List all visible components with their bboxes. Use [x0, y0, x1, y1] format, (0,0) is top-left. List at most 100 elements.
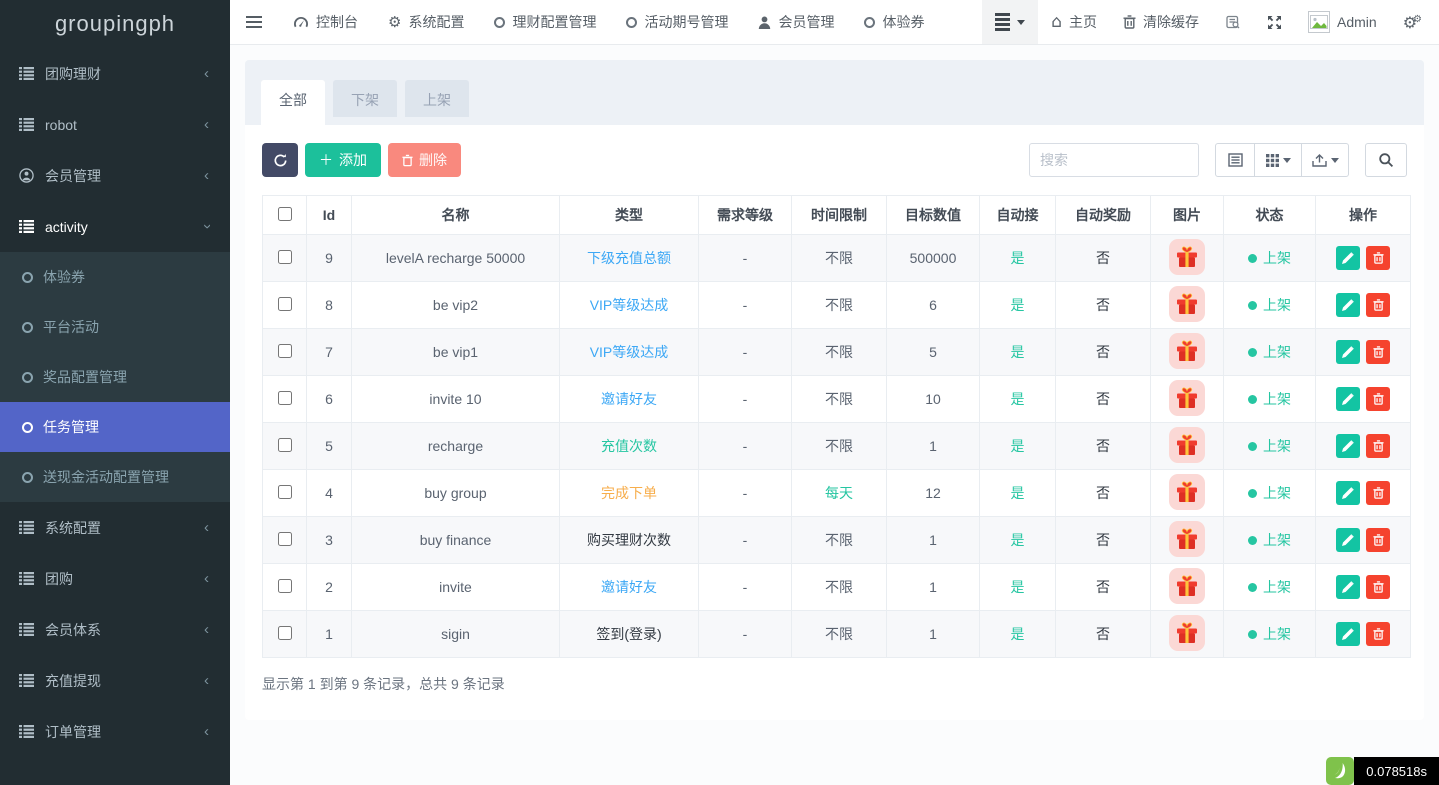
- cell-status: 上架: [1224, 517, 1316, 564]
- fullscreen-button[interactable]: [1254, 0, 1295, 44]
- user-menu[interactable]: Admin: [1295, 0, 1390, 44]
- table-menu-dropdown[interactable]: [982, 0, 1038, 44]
- cell-status: 上架: [1224, 235, 1316, 282]
- bars-icon: [995, 13, 1010, 31]
- cell-actions: [1316, 517, 1411, 564]
- delete-row-button[interactable]: [1366, 387, 1390, 411]
- edit-button[interactable]: [1336, 434, 1360, 458]
- edit-button[interactable]: [1336, 481, 1360, 505]
- cell-target: 1: [887, 564, 980, 611]
- gift-image: [1169, 380, 1205, 416]
- export-dropdown-button[interactable]: [1301, 143, 1349, 177]
- cell-id: 3: [307, 517, 352, 564]
- sidebar-item-group-buy[interactable]: 团购‹: [0, 553, 230, 604]
- cell-name: recharge: [352, 423, 560, 470]
- sidebar-item-member-management[interactable]: 会员管理‹: [0, 150, 230, 201]
- nav-item-member-management[interactable]: 会员管理: [743, 0, 849, 44]
- cell-type: 邀请好友: [560, 376, 699, 423]
- row-checkbox[interactable]: [278, 391, 292, 405]
- refresh-button[interactable]: [262, 143, 298, 177]
- task-panel: 全部下架上架 ＋添加: [245, 60, 1424, 720]
- sidebar-item-activity[interactable]: activity‹: [0, 201, 230, 252]
- sidebar-item-system-config[interactable]: 系统配置‹: [0, 502, 230, 553]
- sidebar-item-task-management[interactable]: 任务管理: [0, 402, 230, 452]
- delete-row-button[interactable]: [1366, 622, 1390, 646]
- tab-on-shelf[interactable]: 上架: [405, 80, 469, 117]
- thinkphp-logo-icon[interactable]: [1326, 757, 1354, 785]
- nav-item-label: 理财配置管理: [512, 12, 596, 32]
- nav-item-system-config[interactable]: ⚙系统配置: [373, 0, 479, 44]
- row-checkbox[interactable]: [278, 438, 292, 452]
- fullscreen-icon: [1267, 15, 1282, 30]
- sidebar-item-group-finance[interactable]: 团购理财‹: [0, 48, 230, 99]
- nav-item-experience-coupon[interactable]: 体验券: [849, 0, 939, 44]
- cell-auto-accept: 是: [980, 517, 1056, 564]
- columns-dropdown-button[interactable]: [1254, 143, 1302, 177]
- sidebar-item-order-management[interactable]: 订单管理‹: [0, 706, 230, 757]
- tab-all[interactable]: 全部: [261, 80, 325, 125]
- sidebar-item-member-system[interactable]: 会员体系‹: [0, 604, 230, 655]
- delete-button[interactable]: 删除: [388, 143, 461, 177]
- add-button[interactable]: ＋添加: [305, 143, 381, 177]
- cell-status: 上架: [1224, 282, 1316, 329]
- sidebar-submenu-activity: 体验券平台活动奖品配置管理任务管理送现金活动配置管理: [0, 252, 230, 502]
- sidebar-item-experience-coupon[interactable]: 体验券: [0, 252, 230, 302]
- search-button[interactable]: [1365, 143, 1407, 177]
- row-checkbox[interactable]: [278, 344, 292, 358]
- row-select-cell: [263, 564, 307, 611]
- row-checkbox[interactable]: [278, 532, 292, 546]
- edit-button[interactable]: [1336, 293, 1360, 317]
- edit-button[interactable]: [1336, 387, 1360, 411]
- home-link[interactable]: ⌂ 主页: [1038, 0, 1110, 44]
- nav-item-finance-config[interactable]: 理财配置管理: [479, 0, 611, 44]
- cell-status: 上架: [1224, 423, 1316, 470]
- cell-status: 上架: [1224, 611, 1316, 658]
- nav-item-activity-period[interactable]: 活动期号管理: [611, 0, 743, 44]
- nav-item-console[interactable]: 控制台: [278, 0, 373, 44]
- cell-level: -: [699, 611, 792, 658]
- cell-time-limit: 不限: [792, 611, 887, 658]
- settings-button[interactable]: ⚙⚙: [1390, 0, 1439, 44]
- cell-id: 5: [307, 423, 352, 470]
- row-checkbox[interactable]: [278, 250, 292, 264]
- select-all-checkbox[interactable]: [278, 207, 292, 221]
- edit-button[interactable]: [1336, 528, 1360, 552]
- delete-row-button[interactable]: [1366, 434, 1390, 458]
- sidebar-item-cash-gift-config[interactable]: 送现金活动配置管理: [0, 452, 230, 502]
- cell-actions: [1316, 564, 1411, 611]
- sidebar-item-prize-config[interactable]: 奖品配置管理: [0, 352, 230, 402]
- row-checkbox[interactable]: [278, 579, 292, 593]
- delete-row-button[interactable]: [1366, 575, 1390, 599]
- clear-cache-link[interactable]: 清除缓存: [1110, 0, 1212, 44]
- status-badge: 上架: [1248, 295, 1291, 315]
- edit-button[interactable]: [1336, 246, 1360, 270]
- circle-icon: [22, 322, 33, 333]
- tab-off-shelf[interactable]: 下架: [333, 80, 397, 117]
- delete-row-button[interactable]: [1366, 528, 1390, 552]
- status-badge: 上架: [1248, 483, 1291, 503]
- trash-icon: [402, 154, 413, 167]
- cell-type: 完成下单: [560, 470, 699, 517]
- cogs-icon: ⚙⚙: [1403, 13, 1426, 32]
- sidebar-toggle-icon[interactable]: [230, 0, 278, 44]
- document-button[interactable]: [1212, 0, 1254, 44]
- status-dot-icon: [1248, 254, 1257, 263]
- search-input[interactable]: [1029, 143, 1199, 177]
- delete-row-button[interactable]: [1366, 293, 1390, 317]
- edit-button[interactable]: [1336, 575, 1360, 599]
- sidebar-item-platform-activity[interactable]: 平台活动: [0, 302, 230, 352]
- cell-auto-accept: 是: [980, 376, 1056, 423]
- cell-level: -: [699, 564, 792, 611]
- delete-row-button[interactable]: [1366, 481, 1390, 505]
- row-checkbox[interactable]: [278, 297, 292, 311]
- row-checkbox[interactable]: [278, 485, 292, 499]
- cell-image: [1151, 470, 1224, 517]
- sidebar-item-robot[interactable]: robot‹: [0, 99, 230, 150]
- row-checkbox[interactable]: [278, 626, 292, 640]
- detail-view-button[interactable]: [1215, 143, 1255, 177]
- sidebar-item-recharge-withdraw[interactable]: 充值提现‹: [0, 655, 230, 706]
- edit-button[interactable]: [1336, 622, 1360, 646]
- edit-button[interactable]: [1336, 340, 1360, 364]
- delete-row-button[interactable]: [1366, 246, 1390, 270]
- delete-row-button[interactable]: [1366, 340, 1390, 364]
